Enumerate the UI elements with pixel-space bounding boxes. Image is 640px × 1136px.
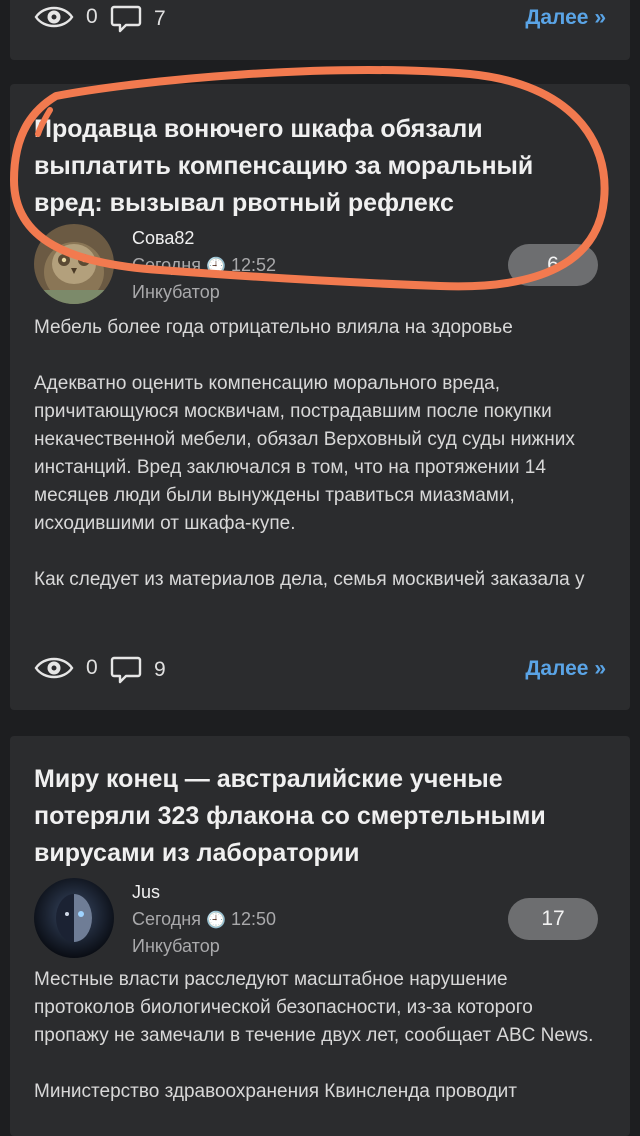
paragraph: Министерство здравоохранения Квинсленда … [34,1081,517,1102]
post-title[interactable]: Продавца вонючего шкафа обязали выплатит… [34,111,606,222]
post-date: Сегодня 🕘 12:52 [132,255,276,276]
comments-count: 9 [154,658,166,681]
post-category[interactable]: Инкубатор [132,282,220,303]
speech-bubble-icon [110,656,142,684]
date-label: Сегодня [132,255,201,275]
post-time: 12:50 [230,909,276,929]
post-date: Сегодня 🕘 12:50 [132,909,276,930]
post-time: 12:52 [230,255,276,275]
post-footer: 0 9 Далее » [34,651,606,687]
author-name[interactable]: Jus [132,882,160,903]
paragraph: Как следует из материалов дела, семья мо… [34,569,585,590]
avatar[interactable] [34,224,114,304]
rating-badge: 6 [508,244,598,286]
eye-icon [34,6,74,28]
paragraph: Мебель более года отрицательно влияла на… [34,317,513,338]
comments-stat[interactable]: 9 [110,655,166,685]
rating-badge: 17 [508,898,598,940]
views-stat: 0 [34,4,98,30]
post-meta: Jus Сегодня 🕘 12:50 Инкубатор 17 [34,878,606,968]
eye-icon [34,657,74,679]
read-more-link[interactable]: Далее » [525,657,606,681]
paragraph: Адекватно оценить компенсацию морального… [34,373,575,534]
comments-count: 7 [154,7,166,30]
post-card: 0 7 Далее » [10,0,630,60]
post-title[interactable]: Миру конец — австралийские ученые потеря… [34,761,606,872]
post-category[interactable]: Инкубатор [132,936,220,957]
views-count: 0 [86,656,98,679]
post-card: Продавца вонючего шкафа обязали выплатит… [10,84,630,710]
post-excerpt: Местные власти расследуют масштабное нар… [34,966,606,1134]
post-meta: Сова82 Сегодня 🕘 12:52 Инкубатор 6 [34,224,606,314]
views-stat: 0 [34,655,98,681]
author-name[interactable]: Сова82 [132,228,194,249]
avatar[interactable] [34,878,114,958]
clock-icon: 🕘 [206,912,226,929]
comments-stat[interactable]: 7 [110,4,166,34]
post-footer: 0 7 Далее » [34,0,606,36]
speech-bubble-icon [110,5,142,33]
read-more-link[interactable]: Далее » [525,6,606,30]
clock-icon: 🕘 [206,258,226,275]
paragraph: Местные власти расследуют масштабное нар… [34,969,594,1046]
date-label: Сегодня [132,909,201,929]
post-excerpt: Мебель более года отрицательно влияла на… [34,314,606,622]
views-count: 0 [86,5,98,28]
post-card: Миру конец — австралийские ученые потеря… [10,736,630,1136]
